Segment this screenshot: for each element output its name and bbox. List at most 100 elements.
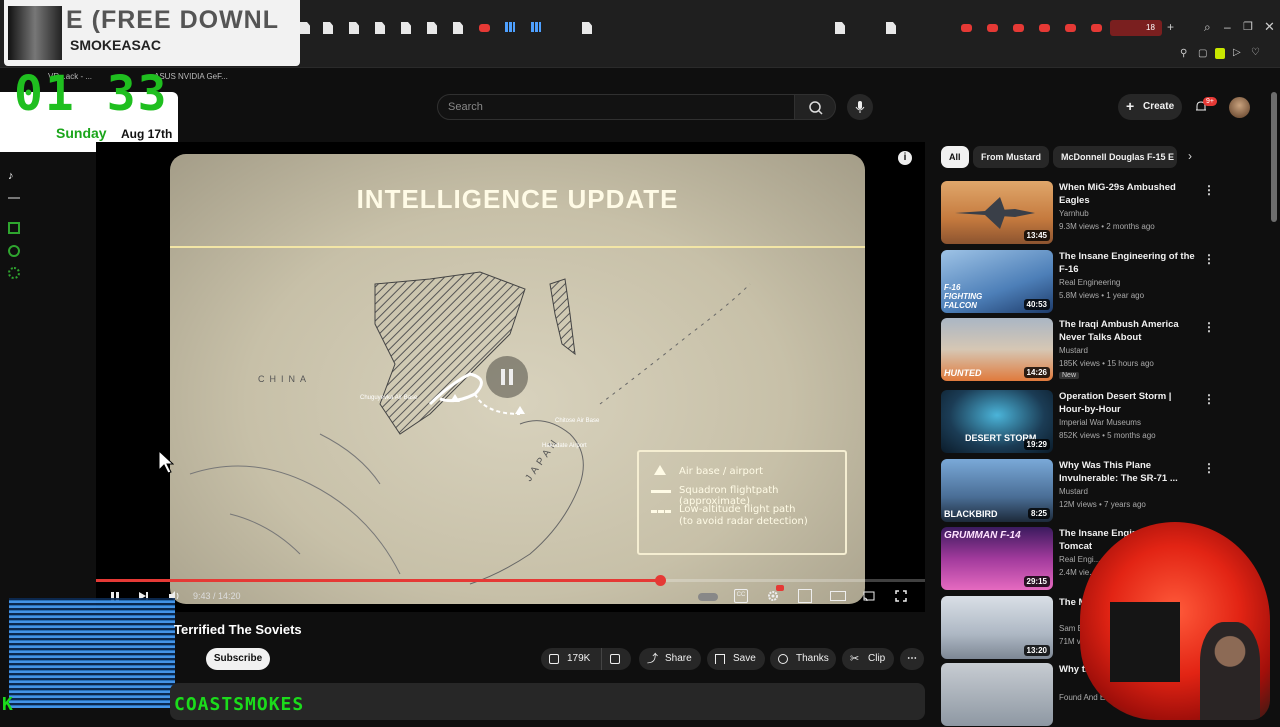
save-button[interactable]: Save [707, 648, 765, 670]
clip-button[interactable]: ✂ Clip [842, 648, 894, 670]
tab-doc-icon[interactable] [835, 22, 845, 34]
settings-icon[interactable] [8, 267, 20, 279]
search-tabs-icon[interactable]: ⌕ [1204, 20, 1211, 35]
thumbnail[interactable]: BLACKBIRD 8:25 [941, 459, 1053, 522]
tab-youtube-icon[interactable] [1013, 24, 1024, 32]
chevron-right-icon[interactable]: › [1188, 149, 1192, 163]
channel-name[interactable]: Real Engineering [1059, 278, 1120, 287]
tab-youtube-icon[interactable] [479, 24, 490, 32]
channel-name[interactable]: Real Engi... [1059, 555, 1100, 564]
tab-doc-icon[interactable] [375, 22, 385, 34]
recommendation-item[interactable]: 13:45 When MiG-29s Ambushed Eagles Yarnh… [941, 181, 1215, 245]
pin-icon[interactable]: ⚲ [1180, 48, 1187, 59]
recommendation-item[interactable]: BLACKBIRD 8:25 Why Was This Plane Invuln… [941, 459, 1215, 523]
page-scrollbar[interactable] [1271, 92, 1277, 222]
video-player[interactable]: INTELLIGENCE UPDATE JAPAN Chuguyevka Air… [96, 142, 925, 612]
cast-icon[interactable] [862, 589, 876, 603]
extension-shield-icon[interactable] [1215, 48, 1225, 59]
thumbnail[interactable]: GRUMMAN F-14 29:15 [941, 527, 1053, 590]
thumbnail[interactable]: 13:20 [941, 596, 1053, 659]
chip-f15[interactable]: McDonnell Douglas F-15 E [1053, 146, 1177, 168]
tab-youtube-icon[interactable] [987, 24, 998, 32]
favorite-icon[interactable]: ♡ [1251, 47, 1260, 58]
tab-youtube-icon[interactable] [1065, 24, 1076, 32]
search-input[interactable]: Search [448, 101, 483, 113]
tab-youtube-icon[interactable] [961, 24, 972, 32]
thanks-button[interactable]: Thanks [770, 648, 836, 670]
voice-search-button[interactable] [847, 94, 873, 120]
recommendation-title[interactable]: Operation Desert Storm | Hour-by-Hour [1059, 390, 1199, 416]
thumbnail[interactable]: HUNTED 14:26 [941, 318, 1053, 381]
stream-banner: E (FREE DOWNL SMOKEASAC [4, 0, 300, 66]
history-icon[interactable] [8, 245, 20, 257]
tab-doc-icon[interactable] [401, 22, 411, 34]
recommendation-item[interactable]: HUNTED 14:26 The Iraqi Ambush America Ne… [941, 318, 1215, 382]
more-options-icon[interactable]: ⋮ [1203, 461, 1215, 475]
tab-youtube-icon[interactable] [1039, 24, 1050, 32]
captions-icon[interactable]: CC [734, 589, 748, 603]
fullscreen-icon[interactable] [894, 589, 908, 603]
recommendation-item[interactable]: F-16 FIGHTING FALCON 40:53 The Insane En… [941, 250, 1215, 314]
subscribe-button[interactable]: Subscribe [206, 648, 270, 670]
like-count: 179K [567, 653, 591, 664]
thumbnail[interactable]: DESERT STORM 19:29 [941, 390, 1053, 453]
tab-doc-icon[interactable] [582, 22, 592, 34]
like-button[interactable]: 179K [541, 648, 601, 670]
settings-gear-icon[interactable] [766, 589, 780, 603]
play-icon[interactable]: ▷ [1233, 47, 1241, 58]
tab-youtube-icon[interactable] [1091, 24, 1102, 32]
autoplay-toggle[interactable] [698, 593, 718, 601]
recommendation-title[interactable]: The Insane Engineering of the F-16 [1059, 250, 1199, 276]
more-actions-button[interactable]: ⋯ [900, 648, 924, 670]
tab-chart-icon[interactable] [505, 22, 515, 32]
more-options-icon[interactable]: ⋮ [1203, 392, 1215, 406]
tab-chart-icon[interactable] [531, 22, 541, 32]
clock-date: Aug 17th [121, 127, 173, 141]
channel-name[interactable]: Imperial War Museums [1059, 418, 1141, 427]
thumbnail[interactable]: F-16 FIGHTING FALCON 40:53 [941, 250, 1053, 313]
more-options-icon[interactable]: ⋮ [1203, 252, 1215, 266]
thumbnail-text: HUNTED [944, 368, 982, 378]
tab-doc-icon[interactable] [427, 22, 437, 34]
theater-mode-icon[interactable] [830, 591, 846, 601]
miniplayer-icon[interactable] [798, 589, 812, 603]
info-icon[interactable]: i [898, 151, 912, 165]
recommendation-title[interactable]: The Iraqi Ambush America Never Talks Abo… [1059, 318, 1199, 344]
dislike-button[interactable] [601, 648, 631, 670]
channel-name[interactable]: Mustard [1059, 346, 1088, 355]
legend-line-solid [651, 490, 671, 493]
minimize-icon[interactable]: – [1224, 20, 1231, 34]
chip-from-mustard[interactable]: From Mustard [973, 146, 1050, 168]
more-options-icon[interactable]: ⋮ [1203, 320, 1215, 334]
avatar[interactable] [1229, 97, 1250, 118]
tiktok-icon[interactable]: ♪ [8, 170, 20, 182]
tab-doc-icon[interactable] [300, 22, 310, 34]
search-button[interactable] [794, 94, 836, 120]
chip-all[interactable]: All [941, 146, 969, 168]
close-window-icon[interactable]: ✕ [1264, 19, 1275, 35]
recommendation-item[interactable]: DESERT STORM 19:29 Operation Desert Stor… [941, 390, 1215, 454]
tab-doc-icon[interactable] [453, 22, 463, 34]
recommendation-title[interactable]: Why Was This Plane Invulnerable: The SR-… [1059, 459, 1199, 485]
channel-name[interactable]: Mustard [1059, 487, 1088, 496]
create-button[interactable]: + Create [1118, 94, 1182, 120]
thumbnail[interactable]: 13:45 [941, 181, 1053, 244]
tab-doc-icon[interactable] [323, 22, 333, 34]
center-pause-button[interactable] [486, 356, 528, 398]
recommendation-title[interactable]: When MiG-29s Ambushed Eagles [1059, 181, 1199, 207]
thumbnail[interactable] [941, 663, 1053, 726]
channel-name[interactable]: Yarnhub [1059, 209, 1089, 218]
more-options-icon[interactable]: ⋮ [1203, 183, 1215, 197]
triangle-icon [654, 465, 666, 475]
tab-doc-icon[interactable] [349, 22, 359, 34]
search-box[interactable]: Search [437, 94, 795, 120]
clock-day: Sunday [56, 125, 107, 141]
tab-doc-icon[interactable] [886, 22, 896, 34]
grid-icon[interactable] [8, 222, 20, 234]
share-button[interactable]: ⤴ Share [639, 648, 701, 670]
maximize-icon[interactable]: ❐ [1243, 20, 1253, 33]
new-tab-icon[interactable]: + [1167, 20, 1174, 34]
progress-scrubber[interactable] [654, 575, 666, 586]
screenshot-icon[interactable]: ▢ [1198, 48, 1207, 59]
share-label: Share [665, 653, 692, 664]
